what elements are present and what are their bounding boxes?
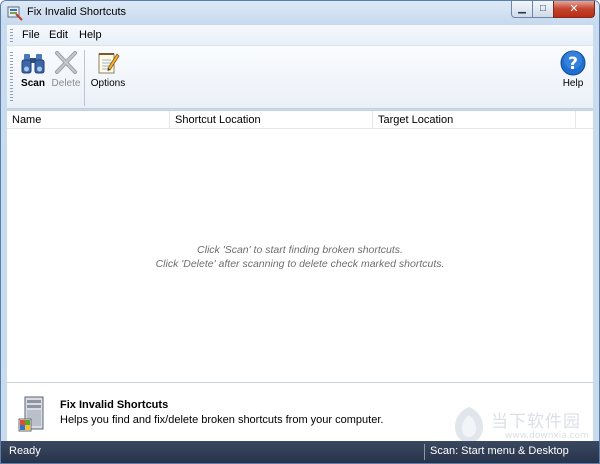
notepad-pencil-icon <box>98 53 120 74</box>
maximize-button[interactable]: □ <box>532 1 554 18</box>
menu-grip <box>10 29 13 42</box>
window-title: Fix Invalid Shortcuts <box>27 6 127 18</box>
app-icon <box>7 6 23 21</box>
status-bar: Ready Scan: Start menu & Desktop <box>1 441 599 463</box>
close-button[interactable]: ✕ <box>553 1 595 18</box>
toolbar: Scan Delete Options ? Help <box>7 46 593 109</box>
menu-help[interactable]: Help <box>79 29 102 41</box>
empty-message-line2: Click 'Delete' after scanning to delete … <box>155 258 445 270</box>
help-button[interactable]: ? Help <box>557 50 589 90</box>
info-description: Helps you find and fix/delete broken sho… <box>60 414 384 426</box>
column-target-location[interactable]: Target Location <box>373 111 576 129</box>
menu-edit[interactable]: Edit <box>49 29 68 41</box>
watermark-logo-icon <box>455 407 483 443</box>
toolbar-separator <box>84 50 85 106</box>
delete-button[interactable]: Delete <box>50 50 82 90</box>
status-separator <box>424 444 425 460</box>
column-name[interactable]: Name <box>7 111 170 129</box>
options-label: Options <box>90 78 126 89</box>
status-text: Ready <box>9 445 41 457</box>
binoculars-icon <box>21 54 45 74</box>
scan-label: Scan <box>21 78 45 89</box>
column-header: Name Shortcut Location Target Location <box>7 111 593 129</box>
delete-label: Delete <box>51 78 81 89</box>
info-title: Fix Invalid Shortcuts <box>60 399 169 411</box>
minimize-button[interactable]: ▁ <box>511 1 533 18</box>
help-question-icon: ? <box>560 50 586 76</box>
menu-bar: File Edit Help <box>7 25 593 46</box>
empty-message-line1: Click 'Scan' to start finding broken sho… <box>197 244 403 256</box>
watermark-url: www.downxia.com <box>505 431 589 441</box>
scan-scope-status: Scan: Start menu & Desktop <box>430 445 569 457</box>
close-icon: ✕ <box>569 2 579 15</box>
watermark-text: 当下软件园 <box>491 412 581 432</box>
computer-tower-icon <box>18 396 44 432</box>
column-shortcut-location[interactable]: Shortcut Location <box>170 111 373 129</box>
scan-button[interactable]: Scan <box>17 50 49 90</box>
title-bar[interactable]: Fix Invalid Shortcuts ▁ □ ✕ <box>1 1 599 25</box>
help-label: Help <box>562 78 584 89</box>
shortcut-list[interactable]: Name Shortcut Location Target Location C… <box>7 110 593 382</box>
minimize-icon: ▁ <box>518 3 526 14</box>
toolbar-grip <box>10 52 13 102</box>
app-window: Fix Invalid Shortcuts ▁ □ ✕ File Edit He… <box>0 0 600 464</box>
options-button[interactable]: Options <box>89 50 127 90</box>
delete-x-icon <box>55 51 77 74</box>
maximize-icon: □ <box>539 3 547 14</box>
svg-text:?: ? <box>568 54 578 74</box>
menu-file[interactable]: File <box>22 29 40 41</box>
